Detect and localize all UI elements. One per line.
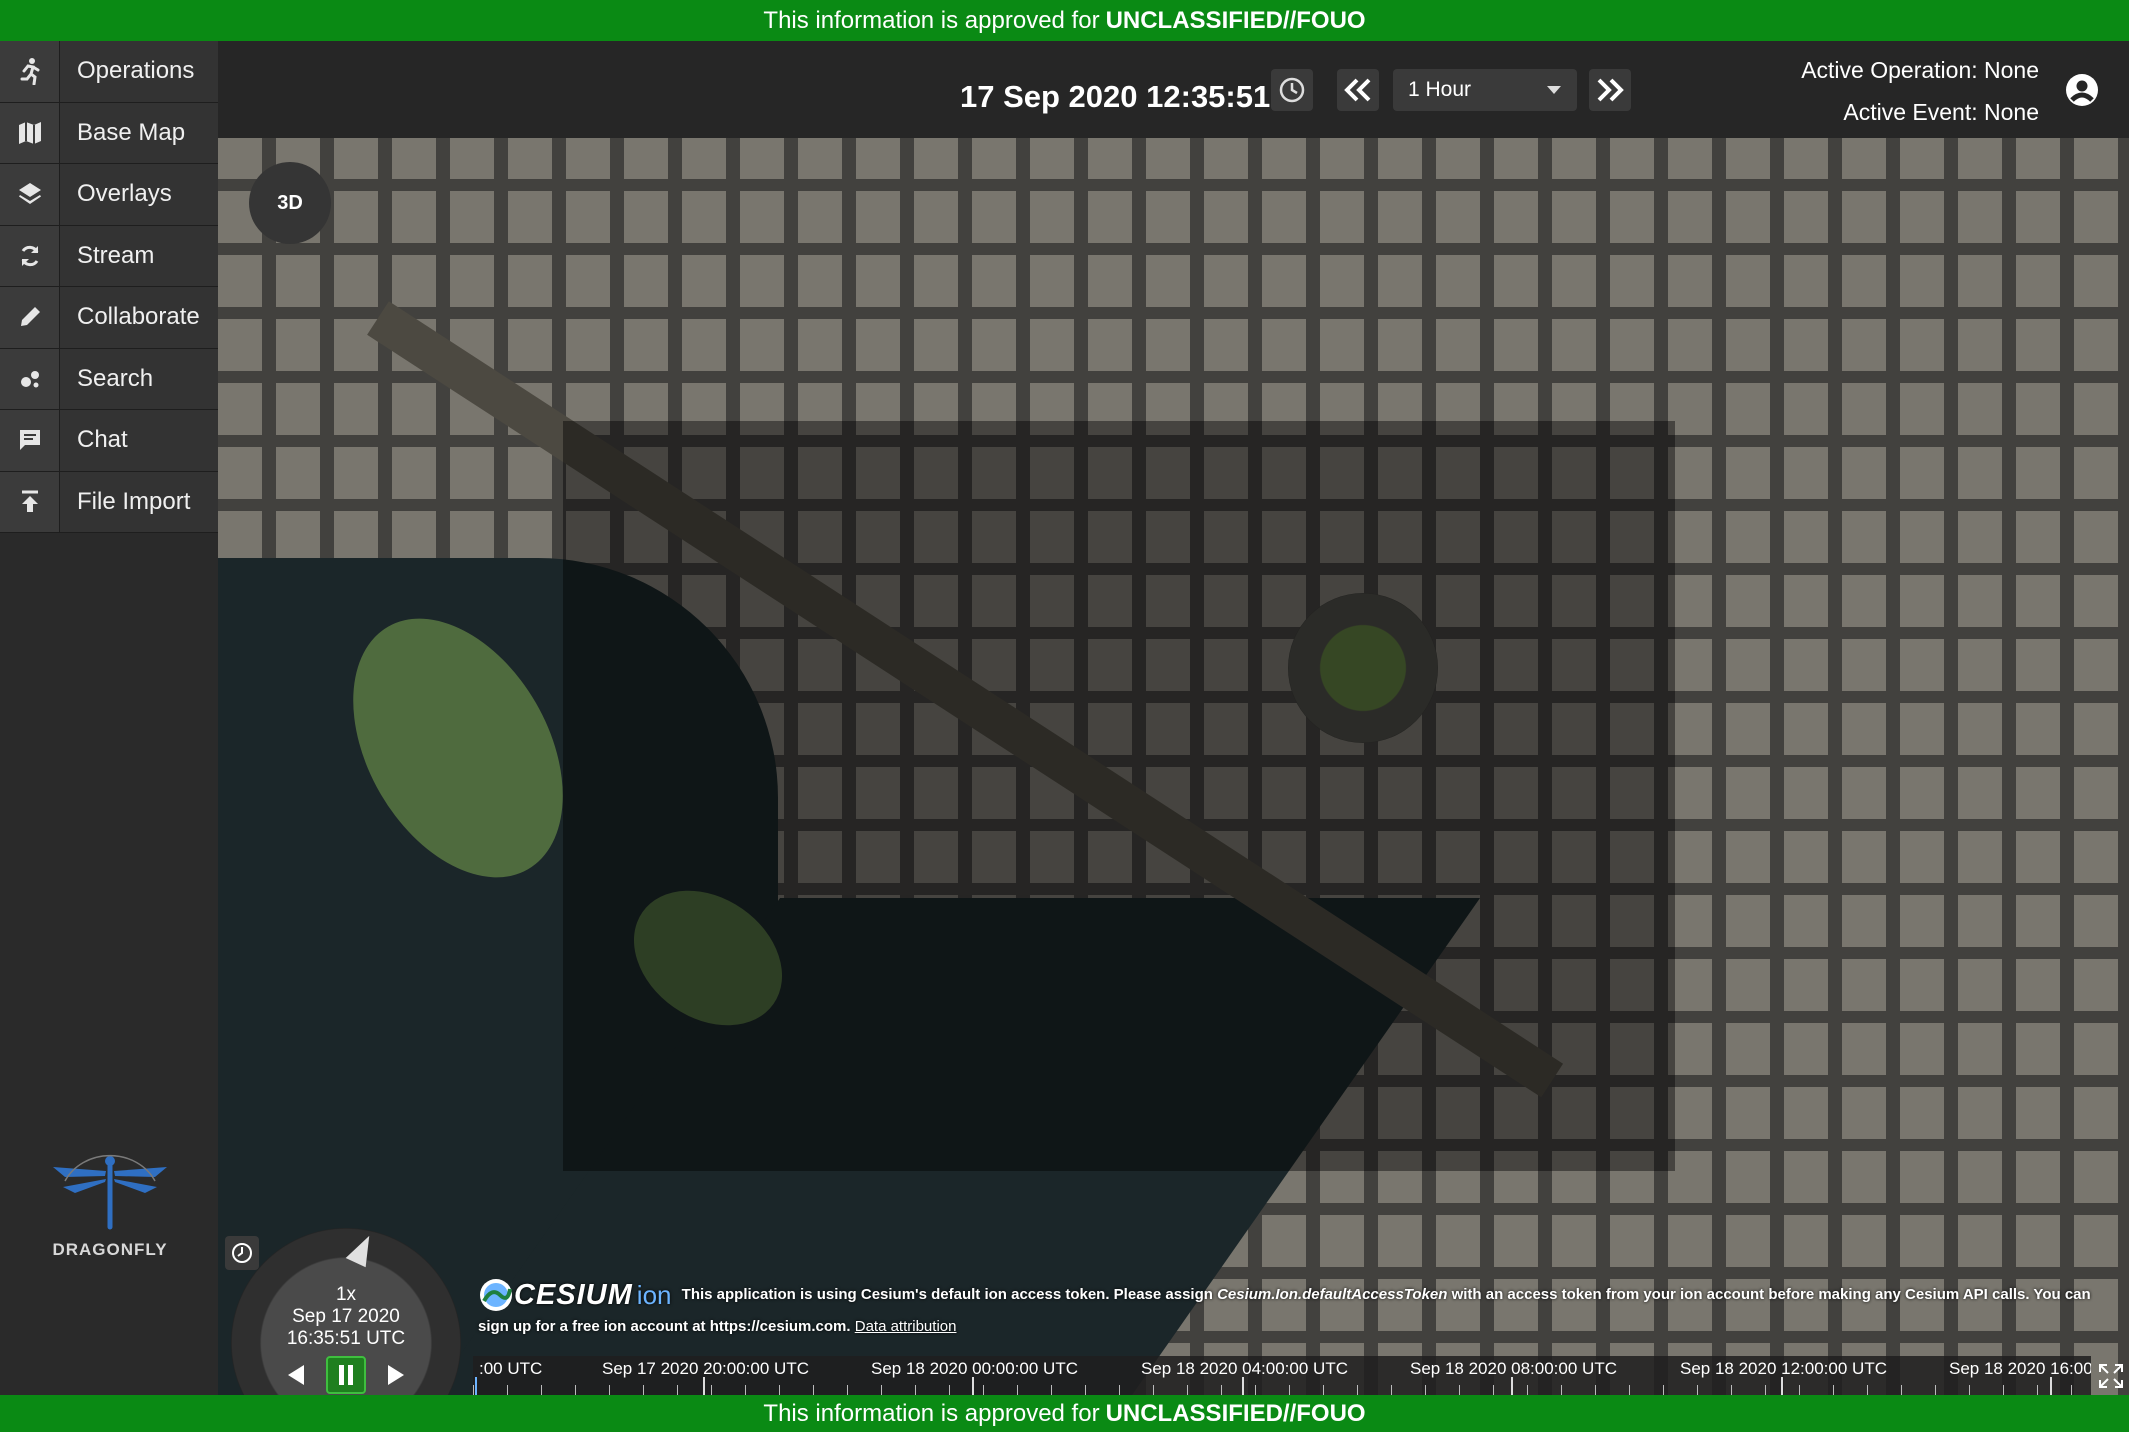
animation-date: Sep 17 2020 — [292, 1306, 400, 1327]
banner-level: UNCLASSIFIED//FOUO — [1105, 1399, 1366, 1427]
timeline-major-tick — [1511, 1377, 1513, 1395]
sidebar-item-chat[interactable]: Chat — [0, 410, 218, 472]
dragonfly-logo: DRAGONFLY — [30, 1151, 190, 1260]
bubbles-icon — [0, 348, 60, 409]
timeline-label: Sep 18 2020 00:00:00 UTC — [871, 1359, 1078, 1378]
timeline-major-tick — [1242, 1377, 1244, 1395]
sidebar-item-overlays[interactable]: Overlays — [0, 164, 218, 226]
credit-message-3: sign up for a free ion account at https:… — [478, 1318, 851, 1336]
layers-icon — [0, 164, 60, 225]
timeline-label: Sep 17 2020 20:00:00 UTC — [602, 1359, 809, 1378]
timeline-current-marker[interactable] — [475, 1377, 477, 1395]
sidebar-item-label: File Import — [60, 471, 218, 532]
timeline-major-tick — [972, 1377, 974, 1395]
map-icon — [0, 102, 60, 163]
pencil-icon — [0, 287, 60, 348]
active-event-label: Active Event: None — [1843, 99, 2039, 125]
user-account-button[interactable] — [2065, 73, 2099, 112]
chevron-down-icon — [1547, 86, 1561, 94]
timeline-major-tick — [703, 1377, 705, 1395]
classification-banner-top: This information is approved for UNCLASS… — [0, 0, 2129, 41]
dragonfly-icon — [53, 1154, 167, 1230]
sidebar-item-file-import[interactable]: File Import — [0, 471, 218, 533]
animation-speed: 1x — [335, 1284, 357, 1305]
user-avatar-icon — [2066, 74, 2098, 106]
sidebar-item-stream[interactable]: Stream — [0, 225, 218, 287]
credit-message-1: This application is using Cesium's defau… — [681, 1286, 1213, 1303]
logo-text: DRAGONFLY — [52, 1240, 168, 1259]
timeline-major-tick — [1781, 1377, 1783, 1395]
sidebar-item-label: Chat — [60, 410, 218, 471]
clock-button[interactable] — [1271, 69, 1313, 111]
timeline-label: Sep 18 2020 16:00 — [1949, 1359, 2091, 1378]
pause-button[interactable] — [326, 1356, 366, 1394]
play-icon — [388, 1365, 404, 1385]
timeline-label: Sep 18 2020 08:00:00 UTC — [1410, 1359, 1617, 1378]
pause-icon — [339, 1365, 353, 1385]
data-attribution-link[interactable]: Data attribution — [855, 1318, 957, 1335]
clock-icon — [232, 1243, 252, 1263]
fullscreen-button[interactable] — [2094, 1358, 2127, 1393]
timeline-label: :00 UTC — [479, 1359, 543, 1378]
sidebar: Operations Base Map Overlays Stream Coll… — [0, 41, 218, 1395]
animation-time: 16:35:51 UTC — [286, 1328, 406, 1349]
timeline-label: Sep 18 2020 04:00:00 UTC — [1141, 1359, 1348, 1378]
sidebar-item-label: Overlays — [60, 164, 218, 225]
sync-icon — [0, 225, 60, 286]
sidebar-item-search[interactable]: Search — [0, 348, 218, 410]
sidebar-item-collaborate[interactable]: Collaborate — [0, 287, 218, 349]
banner-prefix: This information is approved for — [763, 6, 1100, 34]
sidebar-item-base-map[interactable]: Base Map — [0, 102, 218, 164]
banner-prefix: This information is approved for — [763, 1399, 1100, 1427]
timeline-label: Sep 18 2020 12:00:00 UTC — [1680, 1359, 1887, 1378]
cesium-credits: CESIUM ion This application is using Ces… — [478, 1275, 2108, 1347]
running-person-icon — [0, 41, 60, 102]
chat-icon — [0, 410, 60, 471]
active-operation-label: Active Operation: None — [1801, 57, 2039, 83]
map-viewport[interactable] — [218, 138, 2129, 1395]
sidebar-item-label: Stream — [60, 225, 218, 286]
sidebar-item-label: Search — [60, 348, 218, 409]
double-chevron-right-icon — [1597, 78, 1624, 102]
animation-clock-button[interactable] — [225, 1236, 259, 1270]
sidebar-item-label: Operations — [60, 41, 218, 102]
sidebar-item-label: Collaborate — [60, 287, 218, 348]
imagery-overlay-region — [563, 421, 1675, 1171]
current-datetime: 17 Sep 2020 12:35:51 — [960, 79, 1271, 114]
play-forward-button[interactable] — [376, 1356, 416, 1394]
credit-message-2: with an access token from your ion accou… — [1451, 1286, 2091, 1303]
double-chevron-left-icon — [1344, 78, 1371, 102]
classification-banner-bottom: This information is approved for UNCLASS… — [0, 1395, 2129, 1432]
play-reverse-icon — [288, 1365, 304, 1385]
3d-mode-button[interactable]: 3D — [249, 162, 331, 244]
fullscreen-icon — [2098, 1363, 2123, 1388]
play-reverse-button[interactable] — [276, 1356, 316, 1394]
sidebar-item-label: Base Map — [60, 102, 218, 163]
upload-icon — [0, 471, 60, 532]
timeline-major-tick — [2050, 1377, 2052, 1395]
clock-icon — [1279, 77, 1305, 103]
banner-level: UNCLASSIFIED//FOUO — [1105, 6, 1366, 34]
sidebar-item-operations[interactable]: Operations — [0, 41, 218, 103]
timeline-minor-ticks — [473, 1385, 2091, 1395]
credit-token-name: Cesium.Ion.defaultAccessToken — [1217, 1286, 1448, 1303]
shuttle-ring-needle[interactable] — [345, 1230, 379, 1268]
time-range-value: 1 Hour — [1408, 78, 1472, 101]
timeline[interactable]: :00 UTC Sep 17 2020 20:00:00 UTC Sep 18 … — [473, 1356, 2091, 1395]
step-back-button[interactable] — [1337, 69, 1379, 111]
header-bar: 17 Sep 2020 12:35:51 1 Hour Active Opera… — [218, 41, 2129, 138]
time-range-select[interactable]: 1 Hour — [1393, 69, 1577, 111]
step-forward-button[interactable] — [1589, 69, 1631, 111]
